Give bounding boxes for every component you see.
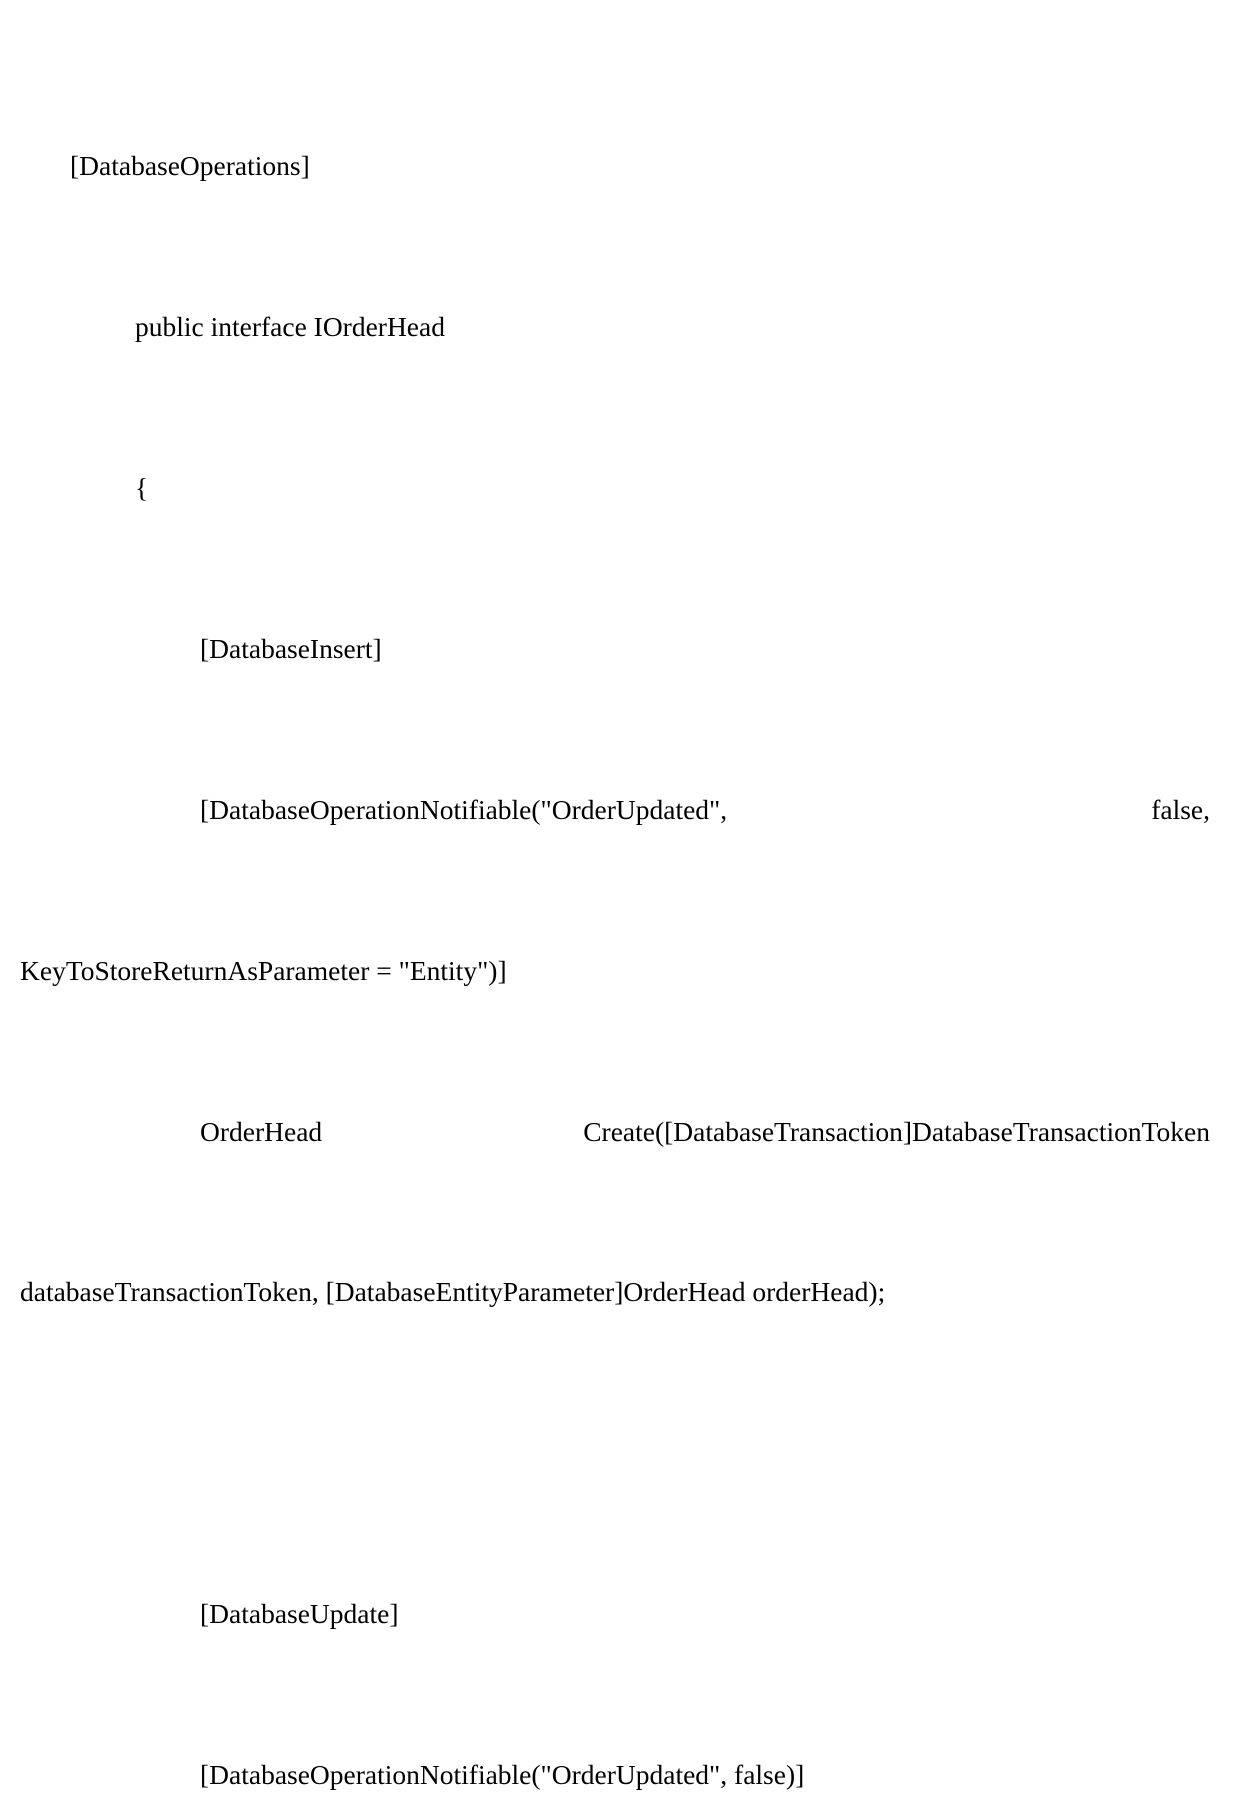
code-line: [DatabaseInsert]	[20, 622, 1210, 676]
code-segment: [DatabaseOperationNotifiable("OrderUpdat…	[200, 794, 727, 825]
code-line: databaseTransactionToken, [DatabaseEntit…	[20, 1265, 1210, 1319]
code-block: [DatabaseOperations] public interface IO…	[20, 32, 1220, 1794]
blank-line	[20, 1426, 1220, 1480]
code-line: [DatabaseUpdate]	[20, 1587, 1210, 1641]
code-line: [DatabaseOperationNotifiable("OrderUpdat…	[20, 1748, 1210, 1794]
code-line: [DatabaseOperationNotifiable("OrderUpdat…	[20, 783, 1210, 837]
code-line: OrderHead Create([DatabaseTransaction]Da…	[20, 1105, 1210, 1159]
code-segment: Create([DatabaseTransaction]DatabaseTran…	[583, 1116, 1210, 1147]
code-segment: OrderHead	[200, 1116, 322, 1147]
code-line: {	[20, 461, 1210, 515]
code-segment: false,	[1151, 794, 1210, 825]
code-line: KeyToStoreReturnAsParameter = "Entity")]	[20, 944, 1210, 998]
code-line: public interface IOrderHead	[20, 300, 1210, 354]
code-line: [DatabaseOperations]	[20, 139, 1210, 193]
